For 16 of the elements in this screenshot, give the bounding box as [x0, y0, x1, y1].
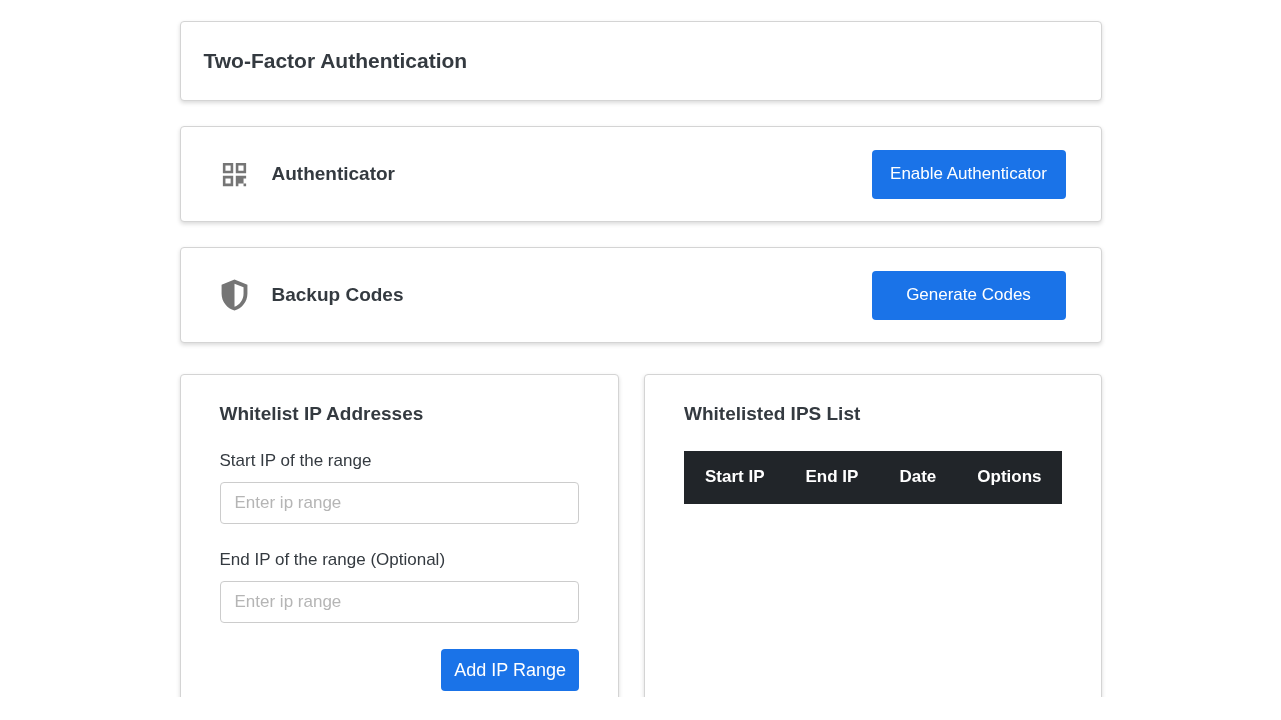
- field-label: End IP of the range (Optional): [219, 550, 447, 570]
- method-title: Backup Codes: [271, 284, 405, 306]
- ip-input-field[interactable]: Enter ip range: [219, 581, 579, 623]
- page-title: Two-Factor Authentication: [203, 49, 468, 73]
- ip-input-field[interactable]: Enter ip range: [219, 482, 579, 524]
- add-ip-range-button[interactable]: Add IP Range: [441, 649, 579, 691]
- column-header: Options: [956, 451, 1062, 504]
- column-header: Start IP: [684, 451, 785, 504]
- field-label: Start IP of the range: [219, 451, 373, 471]
- list-title: Whitelisted IPS List: [684, 403, 862, 425]
- method-button[interactable]: Enable Authenticator: [871, 149, 1066, 199]
- method-title: Authenticator: [271, 163, 396, 185]
- method-button[interactable]: Generate Codes: [871, 270, 1066, 320]
- column-header: End IP: [784, 451, 879, 504]
- form-title: Whitelist IP Addresses: [219, 403, 425, 425]
- column-header: Date: [878, 451, 957, 504]
